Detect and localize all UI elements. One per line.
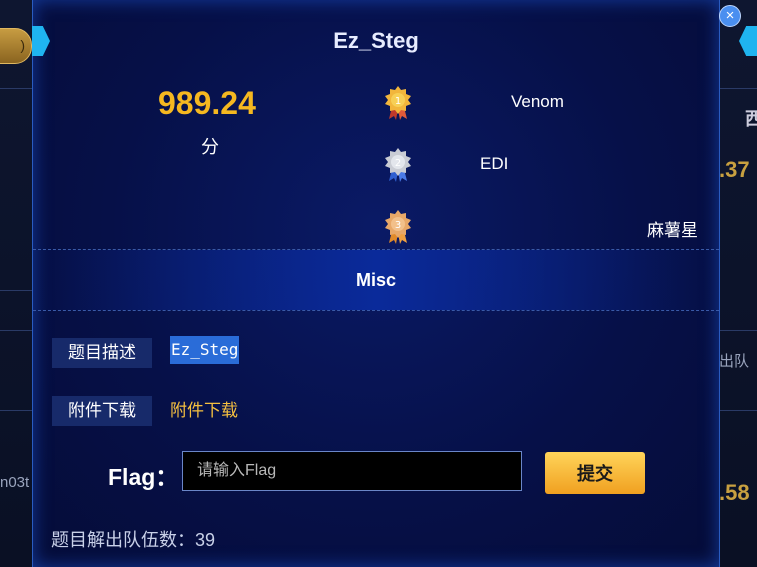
- rank-2-team: EDI: [480, 154, 509, 173]
- gold-medal-icon: 1: [385, 86, 411, 120]
- svg-text:3: 3: [395, 220, 401, 231]
- background-divider: [0, 290, 32, 291]
- challenge-category: Misc: [355, 270, 397, 290]
- svg-text:2: 2: [395, 158, 401, 169]
- background-value: .58: [719, 480, 750, 505]
- flag-label: Flag：: [108, 464, 179, 490]
- submit-button[interactable]: 提交: [545, 452, 645, 494]
- bronze-medal-icon: 3: [385, 210, 411, 244]
- score-unit: 分: [201, 137, 219, 157]
- flag-input[interactable]: [182, 451, 522, 491]
- background-divider: [718, 330, 757, 331]
- background-divider: [718, 410, 757, 411]
- close-button[interactable]: ×: [719, 5, 741, 27]
- svg-text:1: 1: [395, 96, 401, 107]
- attachment-label: 附件下载: [52, 396, 152, 426]
- background-text: n03t: [0, 474, 30, 491]
- rank-1-team: Venom: [511, 92, 564, 111]
- description-label: 题目描述: [52, 338, 152, 368]
- background-pill: ): [0, 28, 32, 64]
- background-divider: [718, 88, 757, 89]
- challenge-modal: Ez_Steg × 989.24 分 1 2 3 Venom EDI 麻薯星 M…: [32, 0, 741, 567]
- background-divider: [0, 410, 32, 411]
- divider: [33, 310, 719, 311]
- attachment-download-link[interactable]: 附件下载: [170, 396, 238, 421]
- silver-medal-icon: 2: [385, 148, 411, 182]
- background-value: .37: [719, 157, 750, 182]
- rank-3-team: 麻薯星: [647, 221, 698, 240]
- background-text: 出队: [719, 353, 750, 370]
- divider: [33, 249, 719, 250]
- description-value: Ez_Steg: [170, 336, 240, 364]
- background-text: 西: [745, 109, 757, 129]
- solved-count: 题目解出队伍数：39: [51, 530, 216, 550]
- challenge-score: 989.24: [158, 85, 256, 121]
- background-divider: [0, 330, 32, 331]
- background-divider: [0, 88, 32, 89]
- challenge-title: Ez_Steg: [333, 28, 419, 53]
